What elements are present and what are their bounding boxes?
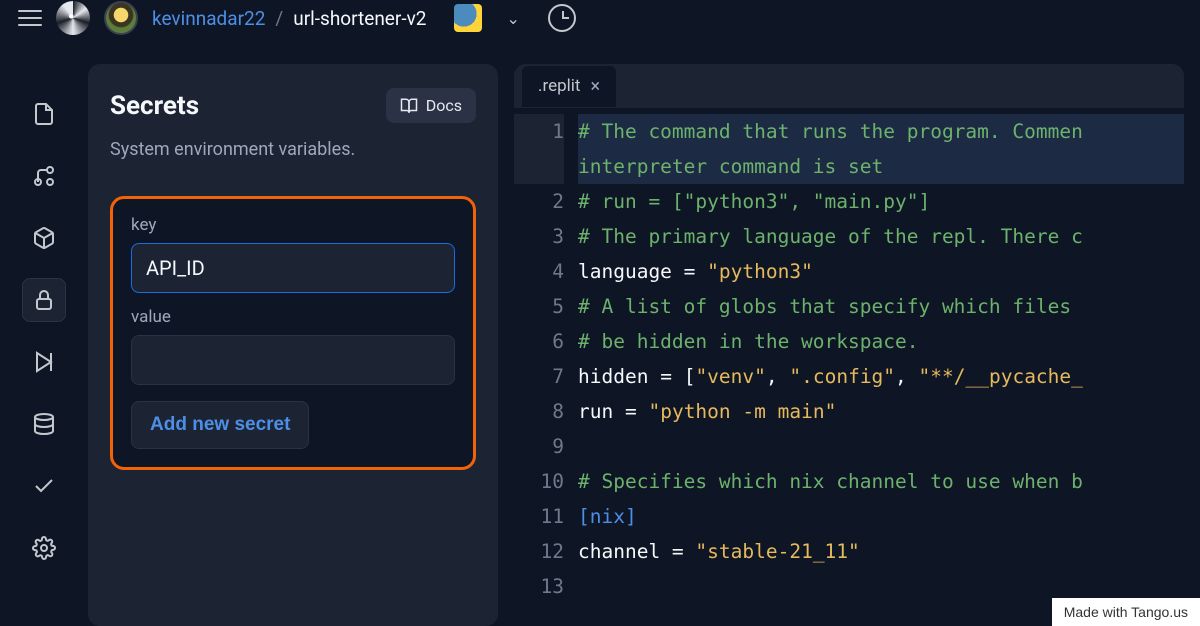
editor-panel: .replit × 12345678910111213 # The comman… (514, 64, 1184, 626)
add-secret-button[interactable]: Add new secret (131, 401, 309, 449)
secrets-icon[interactable] (22, 278, 66, 322)
files-icon[interactable] (22, 92, 66, 136)
python-icon (454, 4, 482, 32)
key-input[interactable] (131, 243, 455, 293)
breadcrumb-separator: / (275, 7, 283, 30)
chevron-down-icon[interactable]: ⌄ (506, 9, 519, 28)
secrets-subtitle: System environment variables. (110, 139, 476, 160)
docs-button[interactable]: Docs (386, 88, 476, 123)
tab-replit[interactable]: .replit × (522, 66, 616, 107)
tab-label: .replit (538, 76, 580, 96)
breadcrumb: kevinnadar22 / url-shortener-v2 (152, 7, 426, 30)
replit-logo-icon[interactable] (56, 1, 90, 35)
avatar[interactable] (104, 1, 138, 35)
close-icon[interactable]: × (590, 76, 600, 97)
docs-label: Docs (426, 96, 462, 115)
check-icon[interactable] (22, 464, 66, 508)
breadcrumb-user[interactable]: kevinnadar22 (152, 7, 265, 30)
sidebar (16, 64, 72, 626)
top-bar: kevinnadar22 / url-shortener-v2 ⌄ (0, 0, 1200, 36)
watermark: Made with Tango.us (1052, 598, 1200, 626)
packages-icon[interactable] (22, 216, 66, 260)
line-gutter: 12345678910111213 (514, 108, 578, 626)
code-editor[interactable]: 12345678910111213 # The command that run… (514, 108, 1184, 626)
breadcrumb-repo[interactable]: url-shortener-v2 (293, 7, 426, 30)
run-icon[interactable] (22, 340, 66, 384)
key-label: key (131, 215, 455, 235)
value-input[interactable] (131, 335, 455, 385)
secret-form: key value Add new secret (110, 196, 476, 470)
secrets-panel: Secrets Docs System environment variable… (88, 64, 498, 626)
version-control-icon[interactable] (22, 154, 66, 198)
value-label: value (131, 307, 455, 327)
settings-icon[interactable] (22, 526, 66, 570)
tab-bar: .replit × (514, 64, 1184, 108)
book-icon (400, 97, 418, 115)
secrets-title: Secrets (110, 91, 199, 121)
code-lines: # The command that runs the program. Com… (578, 108, 1184, 626)
history-icon[interactable] (548, 4, 576, 32)
database-icon[interactable] (22, 402, 66, 446)
menu-icon[interactable] (18, 10, 42, 26)
